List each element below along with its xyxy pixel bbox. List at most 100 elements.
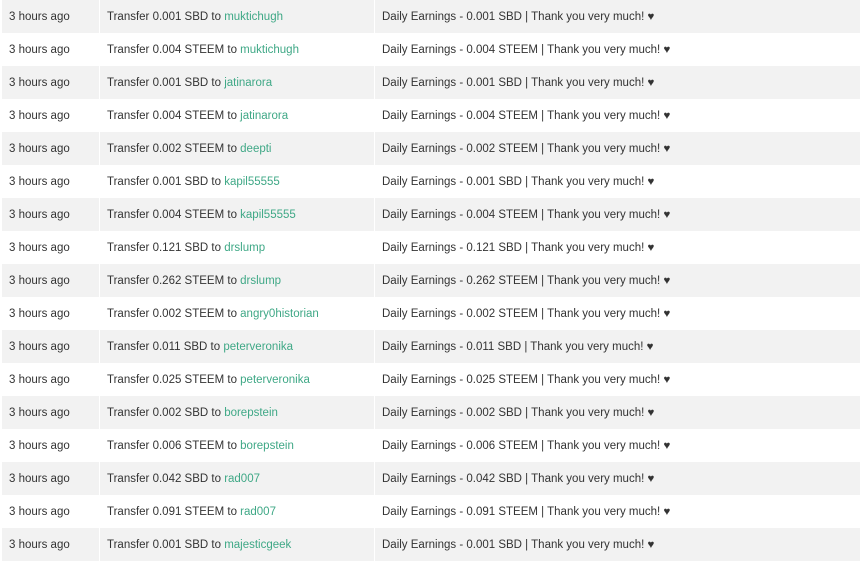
recipient-account-link[interactable]: deepti — [240, 143, 271, 155]
transfer-operation: Transfer 0.002 STEEM to deepti — [99, 132, 375, 165]
table-row: 3 hours ago Transfer 0.001 SBD to majesti… — [2, 528, 861, 561]
table-row: 3 hours ago Transfer 0.011 SBD to peterve… — [2, 330, 861, 363]
transfer-operation: Transfer 0.121 SBD to drslump — [99, 231, 375, 264]
transfer-amount-text: Transfer 0.004 STEEM to — [107, 208, 241, 221]
table-row: 3 hours ago Transfer 0.025 STEEM to peter… — [2, 363, 861, 396]
transfer-amount-text: Transfer 0.004 STEEM to — [107, 43, 241, 56]
transfer-amount-text: Transfer 0.001 SBD to — [107, 10, 225, 23]
transfer-operation: Transfer 0.042 SBD to rad007 — [99, 462, 375, 495]
transfer-operation: Transfer 0.001 SBD to muktichugh — [99, 0, 375, 33]
transfer-memo: Daily Earnings - 0.001 SBD | Thank you v… — [374, 0, 861, 33]
recipient-account-link[interactable]: kapil55555 — [240, 209, 296, 221]
transfer-amount-text: Transfer 0.002 STEEM to — [107, 142, 241, 155]
transfer-operation: Transfer 0.001 SBD to majesticgeek — [99, 528, 375, 561]
table-row: 3 hours ago Transfer 0.001 SBD to muktich… — [2, 0, 861, 33]
transfer-memo: Daily Earnings - 0.002 STEEM | Thank you… — [374, 132, 861, 165]
recipient-account-link[interactable]: jatinarora — [240, 110, 288, 122]
timestamp: 3 hours ago — [2, 198, 100, 231]
transfer-amount-text: Transfer 0.011 SBD to — [107, 340, 224, 353]
transfer-memo: Daily Earnings - 0.011 SBD | Thank you v… — [374, 330, 861, 363]
table-row: 3 hours ago Transfer 0.004 STEEM to mukti… — [2, 33, 861, 66]
table-row: 3 hours ago Transfer 0.004 STEEM to kapil… — [2, 198, 861, 231]
recipient-account-link[interactable]: peterveronika — [223, 341, 293, 353]
transfer-amount-text: Transfer 0.042 SBD to — [107, 472, 225, 485]
table-row: 3 hours ago Transfer 0.001 SBD to kapil55… — [2, 165, 861, 198]
transfer-memo: Daily Earnings - 0.121 SBD | Thank you v… — [374, 231, 861, 264]
transfer-memo: Daily Earnings - 0.004 STEEM | Thank you… — [374, 198, 861, 231]
recipient-account-link[interactable]: muktichugh — [240, 44, 299, 56]
transfer-operation: Transfer 0.011 SBD to peterveronika — [99, 330, 375, 363]
table-row: 3 hours ago Transfer 0.091 STEEM to rad00… — [2, 495, 861, 528]
transfer-memo: Daily Earnings - 0.262 STEEM | Thank you… — [374, 264, 861, 297]
transfer-memo: Daily Earnings - 0.006 STEEM | Thank you… — [374, 429, 861, 462]
transfer-operation: Transfer 0.002 SBD to borepstein — [99, 396, 375, 429]
recipient-account-link[interactable]: drslump — [240, 275, 281, 287]
transfer-amount-text: Transfer 0.121 SBD to — [107, 241, 225, 254]
transfer-operation: Transfer 0.004 STEEM to jatinarora — [99, 99, 375, 132]
transfer-operation: Transfer 0.004 STEEM to kapil55555 — [99, 198, 375, 231]
recipient-account-link[interactable]: rad007 — [240, 506, 276, 518]
transfer-amount-text: Transfer 0.001 SBD to — [107, 538, 225, 551]
table-row: 3 hours ago Transfer 0.121 SBD to drslump… — [2, 231, 861, 264]
recipient-account-link[interactable]: majesticgeek — [224, 539, 291, 551]
transfer-amount-text: Transfer 0.025 STEEM to — [107, 373, 241, 386]
table-row: 3 hours ago Transfer 0.001 SBD to jatinar… — [2, 66, 861, 99]
recipient-account-link[interactable]: peterveronika — [240, 374, 310, 386]
timestamp: 3 hours ago — [2, 330, 100, 363]
transfer-memo: Daily Earnings - 0.042 SBD | Thank you v… — [374, 462, 861, 495]
transfer-operation: Transfer 0.262 STEEM to drslump — [99, 264, 375, 297]
transfer-memo: Daily Earnings - 0.002 STEEM | Thank you… — [374, 297, 861, 330]
recipient-account-link[interactable]: angry0historian — [240, 308, 319, 320]
transfer-amount-text: Transfer 0.006 STEEM to — [107, 439, 241, 452]
timestamp: 3 hours ago — [2, 264, 100, 297]
timestamp: 3 hours ago — [2, 0, 100, 33]
table-row: 3 hours ago Transfer 0.262 STEEM to drslu… — [2, 264, 861, 297]
transfer-operation: Transfer 0.002 STEEM to angry0historian — [99, 297, 375, 330]
timestamp: 3 hours ago — [2, 396, 100, 429]
transfer-memo: Daily Earnings - 0.004 STEEM | Thank you… — [374, 99, 861, 132]
transfer-operation: Transfer 0.001 SBD to kapil55555 — [99, 165, 375, 198]
transfer-amount-text: Transfer 0.001 SBD to — [107, 175, 225, 188]
timestamp: 3 hours ago — [2, 297, 100, 330]
timestamp: 3 hours ago — [2, 66, 100, 99]
table-row: 3 hours ago Transfer 0.002 STEEM to deept… — [2, 132, 861, 165]
recipient-account-link[interactable]: drslump — [224, 242, 265, 254]
transfer-memo: Daily Earnings - 0.025 STEEM | Thank you… — [374, 363, 861, 396]
transfer-memo: Daily Earnings - 0.001 SBD | Thank you v… — [374, 165, 861, 198]
transfer-operation: Transfer 0.025 STEEM to peterveronika — [99, 363, 375, 396]
table-row: 3 hours ago Transfer 0.002 SBD to borepst… — [2, 396, 861, 429]
transfer-amount-text: Transfer 0.001 SBD to — [107, 76, 225, 89]
recipient-account-link[interactable]: rad007 — [224, 473, 260, 485]
transfer-operation: Transfer 0.001 SBD to jatinarora — [99, 66, 375, 99]
timestamp: 3 hours ago — [2, 528, 100, 561]
transfer-memo: Daily Earnings - 0.002 SBD | Thank you v… — [374, 396, 861, 429]
table-row: 3 hours ago Transfer 0.004 STEEM to jatin… — [2, 99, 861, 132]
recipient-account-link[interactable]: muktichugh — [224, 11, 283, 23]
recipient-account-link[interactable]: jatinarora — [224, 77, 272, 89]
table-row: 3 hours ago Transfer 0.042 SBD to rad007 D… — [2, 462, 861, 495]
transfer-operation: Transfer 0.006 STEEM to borepstein — [99, 429, 375, 462]
transfer-history-table: 3 hours ago Transfer 0.001 SBD to muktich… — [2, 0, 861, 561]
timestamp: 3 hours ago — [2, 495, 100, 528]
transfer-memo: Daily Earnings - 0.004 STEEM | Thank you… — [374, 33, 861, 66]
timestamp: 3 hours ago — [2, 132, 100, 165]
transfer-memo: Daily Earnings - 0.091 STEEM | Thank you… — [374, 495, 861, 528]
transfer-memo: Daily Earnings - 0.001 SBD | Thank you v… — [374, 528, 861, 561]
timestamp: 3 hours ago — [2, 429, 100, 462]
recipient-account-link[interactable]: kapil55555 — [224, 176, 280, 188]
transfer-memo: Daily Earnings - 0.001 SBD | Thank you v… — [374, 66, 861, 99]
transfer-operation: Transfer 0.004 STEEM to muktichugh — [99, 33, 375, 66]
timestamp: 3 hours ago — [2, 165, 100, 198]
transfer-amount-text: Transfer 0.002 STEEM to — [107, 307, 241, 320]
recipient-account-link[interactable]: borepstein — [240, 440, 294, 452]
transfer-amount-text: Transfer 0.002 SBD to — [107, 406, 225, 419]
table-row: 3 hours ago Transfer 0.002 STEEM to angry… — [2, 297, 861, 330]
timestamp: 3 hours ago — [2, 363, 100, 396]
recipient-account-link[interactable]: borepstein — [224, 407, 278, 419]
timestamp: 3 hours ago — [2, 33, 100, 66]
transfer-amount-text: Transfer 0.091 STEEM to — [107, 505, 241, 518]
timestamp: 3 hours ago — [2, 462, 100, 495]
transfer-amount-text: Transfer 0.262 STEEM to — [107, 274, 241, 287]
timestamp: 3 hours ago — [2, 231, 100, 264]
transfer-history-body: 3 hours ago Transfer 0.001 SBD to muktich… — [2, 0, 861, 561]
